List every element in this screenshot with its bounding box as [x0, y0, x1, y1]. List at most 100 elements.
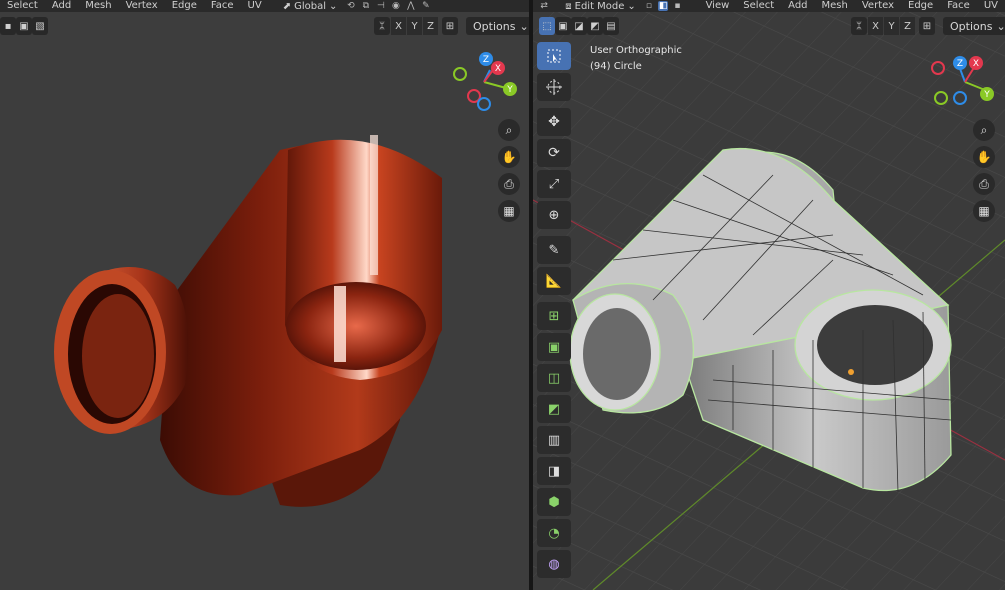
- neg-z-axis-icon[interactable]: [953, 91, 967, 105]
- rotate-icon[interactable]: ⟳: [537, 139, 571, 167]
- y-axis-label: Y: [506, 85, 513, 95]
- vertex-select-icon[interactable]: ▫: [644, 1, 654, 11]
- pivot-icon[interactable]: ⟲: [345, 1, 356, 11]
- loop-cut-icon[interactable]: ▥: [537, 426, 571, 454]
- menu-mesh[interactable]: Mesh: [78, 0, 118, 12]
- edge-select-icon[interactable]: ◧: [658, 1, 669, 11]
- snap-target-icon[interactable]: ⊞: [442, 17, 458, 35]
- cylinder-hole: [286, 282, 426, 370]
- menu-select[interactable]: Select: [736, 0, 781, 12]
- scale-icon[interactable]: ⤢: [537, 170, 571, 198]
- snap-increment-icon[interactable]: ⊣: [375, 1, 386, 11]
- axis-z-toggle[interactable]: Z: [423, 17, 438, 35]
- face-select-icon[interactable]: ▪: [672, 1, 682, 11]
- spin-icon[interactable]: ◔: [537, 519, 571, 547]
- view-name: User Orthographic: [590, 45, 682, 56]
- add-cube-icon[interactable]: ⊞: [537, 302, 571, 330]
- menu-view[interactable]: View: [699, 0, 737, 12]
- select-subtract-icon[interactable]: ◪: [571, 17, 587, 35]
- navigation-gizmo[interactable]: Z X Y: [929, 50, 1001, 114]
- zoom-icon[interactable]: ⌕: [973, 119, 995, 141]
- axis-x-toggle[interactable]: X: [868, 17, 883, 35]
- tool-shelf: ✥ ⟳ ⤢ ⊕ ✎ 📐 ⊞ ▣ ◫ ◩ ▥ ◨ ⬢ ◔ ◍: [537, 42, 571, 581]
- right-viewport[interactable]: ⇄ ⧈ Edit Mode ⌄ ▫ ◧ ▪ View Select Add Me…: [533, 0, 1005, 590]
- pan-hand-icon[interactable]: ✋: [498, 146, 520, 168]
- move-icon[interactable]: ✥: [537, 108, 571, 136]
- bevel-icon[interactable]: ◩: [537, 395, 571, 423]
- menu-mesh[interactable]: Mesh: [815, 0, 855, 12]
- highlight-top: [370, 135, 378, 275]
- right-mirror-options: ᛯ X Y Z ⊞ Options ⌄: [851, 16, 1005, 36]
- z-axis-label: Z: [957, 59, 963, 69]
- options-dropdown[interactable]: Options ⌄: [943, 17, 1005, 35]
- transform-orientation-label: Global: [294, 0, 326, 12]
- transform-icon[interactable]: ⊕: [537, 201, 571, 229]
- snap-icon[interactable]: ⧉: [360, 1, 371, 11]
- knife-icon[interactable]: ◨: [537, 457, 571, 485]
- select-extend-icon[interactable]: ▣: [555, 17, 571, 35]
- navigation-gizmo[interactable]: Z X Y: [448, 50, 520, 114]
- select-new-icon[interactable]: ⬚: [539, 17, 555, 35]
- pan-hand-icon[interactable]: ✋: [973, 146, 995, 168]
- menu-edge[interactable]: Edge: [165, 0, 204, 12]
- axis-y-toggle[interactable]: Y: [884, 17, 899, 35]
- smooth-icon[interactable]: ◍: [537, 550, 571, 578]
- menu-add[interactable]: Add: [781, 0, 814, 12]
- butterfly-mirror-icon[interactable]: ᛯ: [851, 17, 867, 35]
- chevron-down-icon: ⌄: [519, 19, 529, 33]
- menu-uv[interactable]: UV: [977, 0, 1005, 12]
- proportional-edit-icon[interactable]: ◉: [390, 1, 401, 11]
- menu-select[interactable]: Select: [0, 0, 45, 12]
- axis-y-toggle[interactable]: Y: [407, 17, 422, 35]
- z-axis-label: Z: [483, 55, 489, 65]
- menu-vertex[interactable]: Vertex: [855, 0, 901, 12]
- mode-dropdown[interactable]: ⧈ Edit Mode ⌄: [559, 1, 642, 12]
- menu-face[interactable]: Face: [204, 0, 241, 12]
- poly-build-icon[interactable]: ⬢: [537, 488, 571, 516]
- select-invert-icon[interactable]: ◩: [587, 17, 603, 35]
- annotate-icon[interactable]: ✎: [537, 236, 571, 264]
- menu-vertex[interactable]: Vertex: [119, 0, 165, 12]
- falloff-icon[interactable]: ⋀: [405, 1, 416, 11]
- neg-y-axis-icon[interactable]: [934, 91, 948, 105]
- axis-z-toggle[interactable]: Z: [900, 17, 915, 35]
- cursor-icon[interactable]: [537, 73, 571, 101]
- measure-icon[interactable]: 📐: [537, 267, 571, 295]
- inset-icon[interactable]: ◫: [537, 364, 571, 392]
- vertex-select-icon[interactable]: ▪: [0, 17, 16, 35]
- extrude-icon[interactable]: ▣: [537, 333, 571, 361]
- neg-y-axis-icon[interactable]: [453, 67, 467, 81]
- axis-x-toggle[interactable]: X: [391, 17, 406, 35]
- select-box-icon[interactable]: [537, 42, 571, 70]
- options-dropdown[interactable]: Options ⌄: [466, 17, 529, 35]
- left-header-menu: Select Add Mesh Vertex Edge Face UV ⬈ Gl…: [0, 0, 529, 12]
- edge-select-icon[interactable]: ▣: [16, 17, 32, 35]
- highlight-hole: [334, 286, 346, 362]
- left-select-mode-group: ▪ ▣ ▧: [0, 16, 48, 36]
- face-select-icon[interactable]: ▧: [32, 17, 48, 35]
- camera-icon[interactable]: ⎙: [498, 173, 520, 195]
- sculpt-brush-icon[interactable]: ✎: [420, 1, 431, 11]
- chevron-down-icon: ⌄: [627, 0, 636, 12]
- zoom-icon[interactable]: ⌕: [498, 119, 520, 141]
- snap-target-icon[interactable]: ⊞: [919, 17, 935, 35]
- editor-type-icon[interactable]: ⇄: [539, 1, 549, 11]
- menu-face[interactable]: Face: [940, 0, 977, 12]
- camera-icon[interactable]: ⎙: [973, 173, 995, 195]
- edit-mode-icon: ⧈: [565, 0, 572, 12]
- menu-edge[interactable]: Edge: [901, 0, 940, 12]
- object-info: (94) Circle: [590, 61, 642, 72]
- right-cylinder-hole: [817, 305, 933, 385]
- neg-z-axis-icon[interactable]: [477, 97, 491, 111]
- y-axis-label: Y: [983, 90, 990, 100]
- left-viewport[interactable]: Select Add Mesh Vertex Edge Face UV ⬈ Gl…: [0, 0, 529, 590]
- transform-orientation-dropdown[interactable]: ⬈ Global ⌄: [277, 1, 344, 12]
- menu-uv[interactable]: UV: [241, 0, 269, 12]
- select-intersect-icon[interactable]: ▤: [603, 17, 619, 35]
- neg-x-axis-icon[interactable]: [931, 61, 945, 75]
- butterfly-mirror-icon[interactable]: ᛯ: [374, 17, 390, 35]
- chevron-down-icon: ⌄: [328, 0, 338, 12]
- grid-icon[interactable]: ▦: [498, 200, 520, 222]
- menu-add[interactable]: Add: [45, 0, 78, 12]
- grid-icon[interactable]: ▦: [973, 200, 995, 222]
